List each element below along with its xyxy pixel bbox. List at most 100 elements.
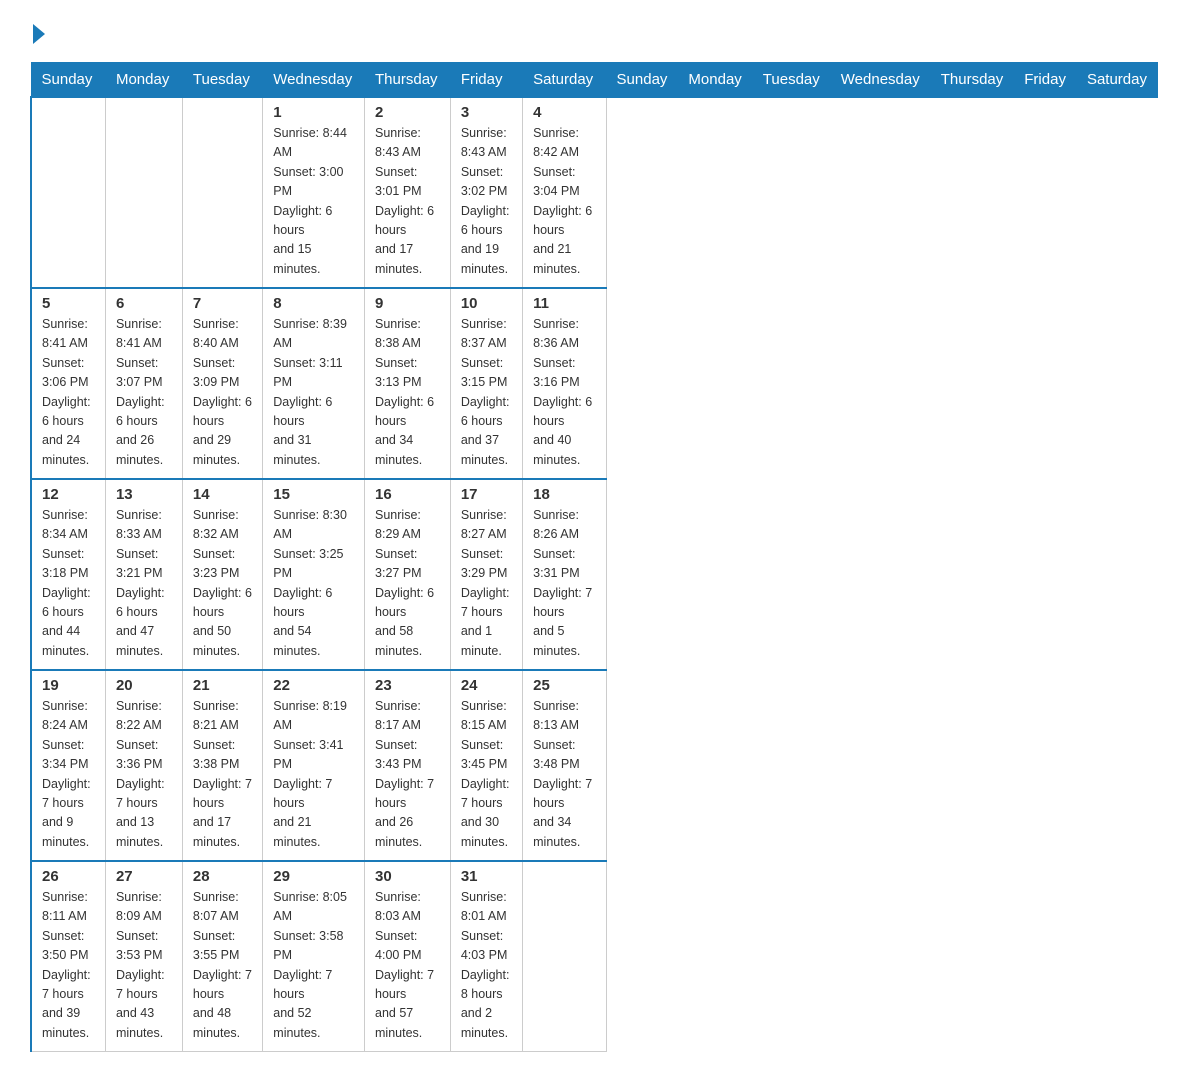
- day-info: Sunrise: 8:15 AMSunset: 3:45 PMDaylight:…: [461, 697, 512, 852]
- day-info: Sunrise: 8:37 AMSunset: 3:15 PMDaylight:…: [461, 315, 512, 470]
- header-tuesday: Tuesday: [182, 63, 262, 98]
- day-info: Sunrise: 8:07 AMSunset: 3:55 PMDaylight:…: [193, 888, 252, 1043]
- day-info: Sunrise: 8:13 AMSunset: 3:48 PMDaylight:…: [533, 697, 595, 852]
- calendar-cell: 11Sunrise: 8:36 AMSunset: 3:16 PMDayligh…: [523, 288, 606, 479]
- day-number: 24: [461, 677, 512, 694]
- header-wednesday: Wednesday: [263, 63, 365, 98]
- day-number: 27: [116, 868, 172, 885]
- header-monday: Monday: [678, 63, 752, 98]
- header-sunday: Sunday: [31, 63, 105, 98]
- calendar-cell: 14 Sunrise: 8:32 AMSunset: 3:23 PMDayligh…: [182, 479, 262, 670]
- calendar-week-5: 26Sunrise: 8:11 AMSunset: 3:50 PMDayligh…: [31, 861, 1158, 1052]
- day-info: Sunrise: 8:29 AMSunset: 3:27 PMDaylight:…: [375, 506, 440, 661]
- day-number: 21: [193, 677, 252, 694]
- day-number: 15: [273, 486, 354, 503]
- calendar-cell: 13 Sunrise: 8:33 AMSunset: 3:21 PMDayligh…: [105, 479, 182, 670]
- day-number: 29: [273, 868, 354, 885]
- day-number: 11: [533, 295, 595, 312]
- day-number: 30: [375, 868, 440, 885]
- day-number: 18: [533, 486, 595, 503]
- calendar-cell: [31, 97, 105, 288]
- calendar-cell: 9 Sunrise: 8:38 AMSunset: 3:13 PMDaylight…: [365, 288, 451, 479]
- day-number: 12: [42, 486, 95, 503]
- calendar-cell: 31 Sunrise: 8:01 AMSunset: 4:03 PMDayligh…: [450, 861, 522, 1052]
- day-info: Sunrise: 8:41 AMSunset: 3:06 PMDaylight:…: [42, 315, 95, 470]
- day-info: Sunrise: 8:40 AMSunset: 3:09 PMDaylight:…: [193, 315, 252, 470]
- calendar-cell: 25 Sunrise: 8:13 AMSunset: 3:48 PMDayligh…: [523, 670, 606, 861]
- calendar-header-row: SundayMondayTuesdayWednesdayThursdayFrid…: [31, 63, 1158, 98]
- calendar-week-2: 5 Sunrise: 8:41 AMSunset: 3:06 PMDaylight…: [31, 288, 1158, 479]
- day-info: Sunrise: 8:24 AMSunset: 3:34 PMDaylight:…: [42, 697, 95, 852]
- day-info: Sunrise: 8:17 AMSunset: 3:43 PMDaylight:…: [375, 697, 440, 852]
- day-number: 25: [533, 677, 595, 694]
- day-info: Sunrise: 8:38 AMSunset: 3:13 PMDaylight:…: [375, 315, 440, 470]
- day-number: 9: [375, 295, 440, 312]
- calendar-cell: 26Sunrise: 8:11 AMSunset: 3:50 PMDayligh…: [31, 861, 105, 1052]
- calendar-cell: 3 Sunrise: 8:43 AMSunset: 3:02 PMDaylight…: [450, 97, 522, 288]
- header-monday: Monday: [105, 63, 182, 98]
- calendar-week-4: 19 Sunrise: 8:24 AMSunset: 3:34 PMDayligh…: [31, 670, 1158, 861]
- day-info: Sunrise: 8:27 AMSunset: 3:29 PMDaylight:…: [461, 506, 512, 661]
- calendar-cell: 16Sunrise: 8:29 AMSunset: 3:27 PMDayligh…: [365, 479, 451, 670]
- calendar-cell: 24 Sunrise: 8:15 AMSunset: 3:45 PMDayligh…: [450, 670, 522, 861]
- calendar-table: SundayMondayTuesdayWednesdayThursdayFrid…: [30, 62, 1158, 1052]
- day-number: 10: [461, 295, 512, 312]
- logo-triangle-icon: [33, 24, 45, 44]
- day-number: 31: [461, 868, 512, 885]
- calendar-cell: 4Sunrise: 8:42 AMSunset: 3:04 PMDaylight…: [523, 97, 606, 288]
- calendar-cell: 15 Sunrise: 8:30 AMSunset: 3:25 PMDayligh…: [263, 479, 365, 670]
- day-info: Sunrise: 8:22 AMSunset: 3:36 PMDaylight:…: [116, 697, 172, 852]
- day-info: Sunrise: 8:01 AMSunset: 4:03 PMDaylight:…: [461, 888, 512, 1043]
- calendar-cell: 12 Sunrise: 8:34 AMSunset: 3:18 PMDayligh…: [31, 479, 105, 670]
- header-wednesday: Wednesday: [830, 63, 930, 98]
- day-number: 17: [461, 486, 512, 503]
- header-saturday: Saturday: [523, 63, 606, 98]
- calendar-cell: 29 Sunrise: 8:05 AMSunset: 3:58 PMDayligh…: [263, 861, 365, 1052]
- day-info: Sunrise: 8:30 AMSunset: 3:25 PMDaylight:…: [273, 506, 354, 661]
- day-number: 7: [193, 295, 252, 312]
- logo: [30, 20, 47, 44]
- day-info: Sunrise: 8:34 AMSunset: 3:18 PMDaylight:…: [42, 506, 95, 661]
- day-info: Sunrise: 8:44 AMSunset: 3:00 PMDaylight:…: [273, 124, 354, 279]
- day-info: Sunrise: 8:33 AMSunset: 3:21 PMDaylight:…: [116, 506, 172, 661]
- header-saturday: Saturday: [1076, 63, 1157, 98]
- calendar-cell: 6Sunrise: 8:41 AMSunset: 3:07 PMDaylight…: [105, 288, 182, 479]
- day-number: 1: [273, 104, 354, 121]
- header-friday: Friday: [450, 63, 522, 98]
- calendar-cell: 23 Sunrise: 8:17 AMSunset: 3:43 PMDayligh…: [365, 670, 451, 861]
- day-number: 13: [116, 486, 172, 503]
- day-info: Sunrise: 8:19 AMSunset: 3:41 PMDaylight:…: [273, 697, 354, 852]
- page-header: [30, 20, 1158, 44]
- day-number: 26: [42, 868, 95, 885]
- calendar-cell: 7 Sunrise: 8:40 AMSunset: 3:09 PMDaylight…: [182, 288, 262, 479]
- header-thursday: Thursday: [365, 63, 451, 98]
- day-number: 4: [533, 104, 595, 121]
- calendar-cell: [523, 861, 606, 1052]
- day-number: 14: [193, 486, 252, 503]
- day-number: 3: [461, 104, 512, 121]
- header-thursday: Thursday: [930, 63, 1014, 98]
- calendar-cell: 2 Sunrise: 8:43 AMSunset: 3:01 PMDaylight…: [365, 97, 451, 288]
- calendar-week-1: 1 Sunrise: 8:44 AMSunset: 3:00 PMDaylight…: [31, 97, 1158, 288]
- day-number: 5: [42, 295, 95, 312]
- calendar-cell: [182, 97, 262, 288]
- calendar-cell: 8Sunrise: 8:39 AMSunset: 3:11 PMDaylight…: [263, 288, 365, 479]
- day-info: Sunrise: 8:32 AMSunset: 3:23 PMDaylight:…: [193, 506, 252, 661]
- calendar-cell: 1 Sunrise: 8:44 AMSunset: 3:00 PMDaylight…: [263, 97, 365, 288]
- day-number: 19: [42, 677, 95, 694]
- calendar-week-3: 12 Sunrise: 8:34 AMSunset: 3:18 PMDayligh…: [31, 479, 1158, 670]
- calendar-cell: 5 Sunrise: 8:41 AMSunset: 3:06 PMDaylight…: [31, 288, 105, 479]
- day-number: 2: [375, 104, 440, 121]
- calendar-cell: 20Sunrise: 8:22 AMSunset: 3:36 PMDayligh…: [105, 670, 182, 861]
- day-number: 8: [273, 295, 354, 312]
- calendar-cell: 28 Sunrise: 8:07 AMSunset: 3:55 PMDayligh…: [182, 861, 262, 1052]
- day-info: Sunrise: 8:43 AMSunset: 3:02 PMDaylight:…: [461, 124, 512, 279]
- day-info: Sunrise: 8:41 AMSunset: 3:07 PMDaylight:…: [116, 315, 172, 470]
- day-number: 28: [193, 868, 252, 885]
- calendar-cell: 17 Sunrise: 8:27 AMSunset: 3:29 PMDayligh…: [450, 479, 522, 670]
- day-number: 23: [375, 677, 440, 694]
- calendar-cell: 18Sunrise: 8:26 AMSunset: 3:31 PMDayligh…: [523, 479, 606, 670]
- calendar-cell: 27Sunrise: 8:09 AMSunset: 3:53 PMDayligh…: [105, 861, 182, 1052]
- day-info: Sunrise: 8:05 AMSunset: 3:58 PMDaylight:…: [273, 888, 354, 1043]
- day-info: Sunrise: 8:43 AMSunset: 3:01 PMDaylight:…: [375, 124, 440, 279]
